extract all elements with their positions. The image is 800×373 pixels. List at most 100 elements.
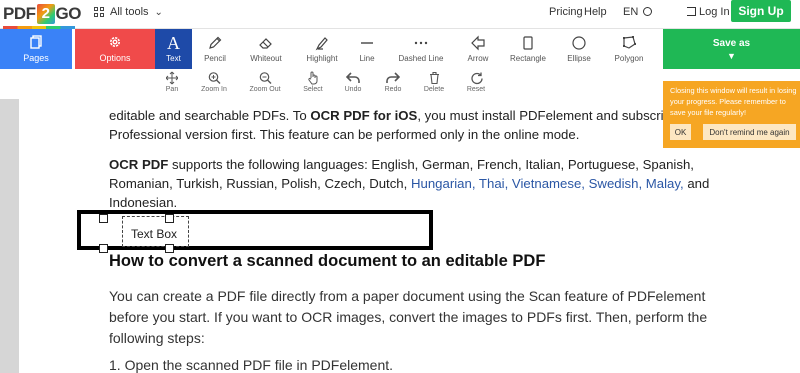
resize-handle-top-left[interactable] [99,214,108,223]
trash-icon [429,71,439,85]
tool-arrow[interactable]: Arrow [460,29,496,69]
zoom-out-button[interactable]: Zoom Out [247,71,283,93]
save-reminder-toast: Closing this window will result in losin… [663,81,800,148]
tool-arrow-label: Arrow [467,54,489,63]
pencil-icon [209,36,222,49]
login-link[interactable]: Log In [687,6,730,18]
bold-run: OCR PDF for iOS [310,108,418,123]
tool-text-label: Text [166,54,181,63]
save-as-button[interactable]: Save as ▼ [663,29,800,69]
pan-icon [166,71,178,85]
logo-text-right: GO [55,4,82,23]
zoom-in-icon [208,72,220,84]
toast-message: Closing this window will result in losin… [670,86,797,117]
pricing-link[interactable]: Pricing [549,6,583,18]
redo-icon [386,72,400,83]
view-toolbar: Pan Zoom In Zoom Out Select Undo Redo De… [0,69,663,99]
undo-icon [346,72,360,83]
text-run: editable and searchable PDFs. To [109,108,311,123]
text-run: supports the following languages: Englis… [168,157,694,172]
language-label: EN [623,6,639,18]
tool-line[interactable]: Line [352,29,382,69]
resize-handle-top-right[interactable] [165,214,174,223]
logo-text-mid: 2 [36,4,55,24]
paragraph-line: Professional version first. This feature… [109,127,580,142]
tool-whiteout-label: Whiteout [250,54,282,63]
zoom-in-label: Zoom In [201,86,227,93]
select-button[interactable]: Select [295,71,331,93]
pdf2go-logo[interactable]: PDF 2 GO [3,3,82,29]
select-label: Select [303,86,323,93]
language-selector[interactable]: EN [623,6,653,18]
tool-pencil[interactable]: Pencil [196,29,234,69]
pan-label: Pan [165,86,179,93]
main-toolbar: Pages Options A Text Pencil Whiteout Hig… [0,29,800,69]
tool-highlight[interactable]: Highlight [301,29,343,69]
tool-rectangle[interactable]: Rectangle [507,29,549,69]
zoom-in-button[interactable]: Zoom In [196,71,232,93]
tool-highlight-label: Highlight [306,54,338,63]
help-link[interactable]: Help [584,6,607,18]
tool-ellipse[interactable]: Ellipse [561,29,597,69]
delete-label: Delete [423,86,445,93]
sign-up-button[interactable]: Sign Up [731,0,791,22]
tool-ellipse-label: Ellipse [567,54,591,63]
tool-polygon[interactable]: Polygon [610,29,648,69]
pages-button[interactable]: Pages [0,29,72,69]
text-run: and [683,176,710,191]
line-icon [361,42,373,44]
text-run: , you must install PDFelement and subscr… [417,108,686,123]
text-icon: A [167,32,180,53]
ellipse-icon [572,36,586,50]
reset-button[interactable]: Reset [458,71,494,93]
save-as-label: Save as [712,37,751,49]
ok-button[interactable]: OK [670,124,691,140]
tool-dashed-line[interactable]: Dashed Line [395,29,447,69]
blue-text-run: Hungarian, Thai, Vietnamese, Swedish, Ma… [410,176,684,191]
tool-dashed-line-label: Dashed Line [398,54,444,63]
paragraph-line: You can create a PDF file directly from … [109,288,706,304]
paragraph-line: following steps: [109,330,205,346]
chevron-down-icon: ⌄ [154,6,163,18]
dashed-line-icon [414,41,428,45]
all-tools-label: All tools [110,6,149,18]
top-navigation: PDF 2 GO All tools ⌄ Pricing Help EN Log… [0,0,800,29]
redo-button[interactable]: Redo [375,71,411,93]
tool-pencil-label: Pencil [204,54,226,63]
options-label: Options [99,53,131,63]
login-icon [687,7,696,16]
arrow-icon [471,35,485,51]
tool-text[interactable]: A Text [155,29,192,69]
hand-pointer-icon [308,71,318,85]
options-button[interactable]: Options [75,29,155,69]
undo-button[interactable]: Undo [335,71,371,93]
bold-run: OCR PDF [109,157,169,172]
resize-handle-bottom-left[interactable] [99,244,108,253]
highlighter-icon [315,37,328,51]
paragraph-line: OCR PDF supports the following languages… [109,155,694,174]
dont-remind-button[interactable]: Don't remind me again [703,124,796,140]
globe-icon [643,7,653,16]
grid-icon [94,7,104,17]
tool-line-label: Line [359,54,375,63]
logo-text-left: PDF [3,4,36,23]
undo-label: Undo [344,86,362,93]
list-item: 1. Open the scanned PDF file in PDFeleme… [109,357,394,373]
paragraph-line: before you start. If you want to OCR ima… [109,309,708,325]
pages-icon [30,35,42,49]
zoom-out-icon [259,72,271,84]
all-tools-menu[interactable]: All tools ⌄ [94,6,163,18]
delete-button[interactable]: Delete [416,71,452,93]
tool-whiteout[interactable]: Whiteout [243,29,289,69]
tool-rectangle-label: Rectangle [509,54,547,63]
rectangle-icon [523,36,533,50]
pan-button[interactable]: Pan [154,71,190,93]
paragraph-line: editable and searchable PDFs. To OCR PDF… [109,106,686,125]
tool-polygon-label: Polygon [614,54,644,63]
login-label: Log In [699,6,730,18]
text-run: Romanian, Turkish, Russian, Polish, Czec… [109,176,411,191]
polygon-icon [623,36,636,49]
text-box-content[interactable]: Text Box [131,227,177,241]
chevron-down-icon: ▼ [727,50,736,61]
eraser-icon [259,38,272,49]
